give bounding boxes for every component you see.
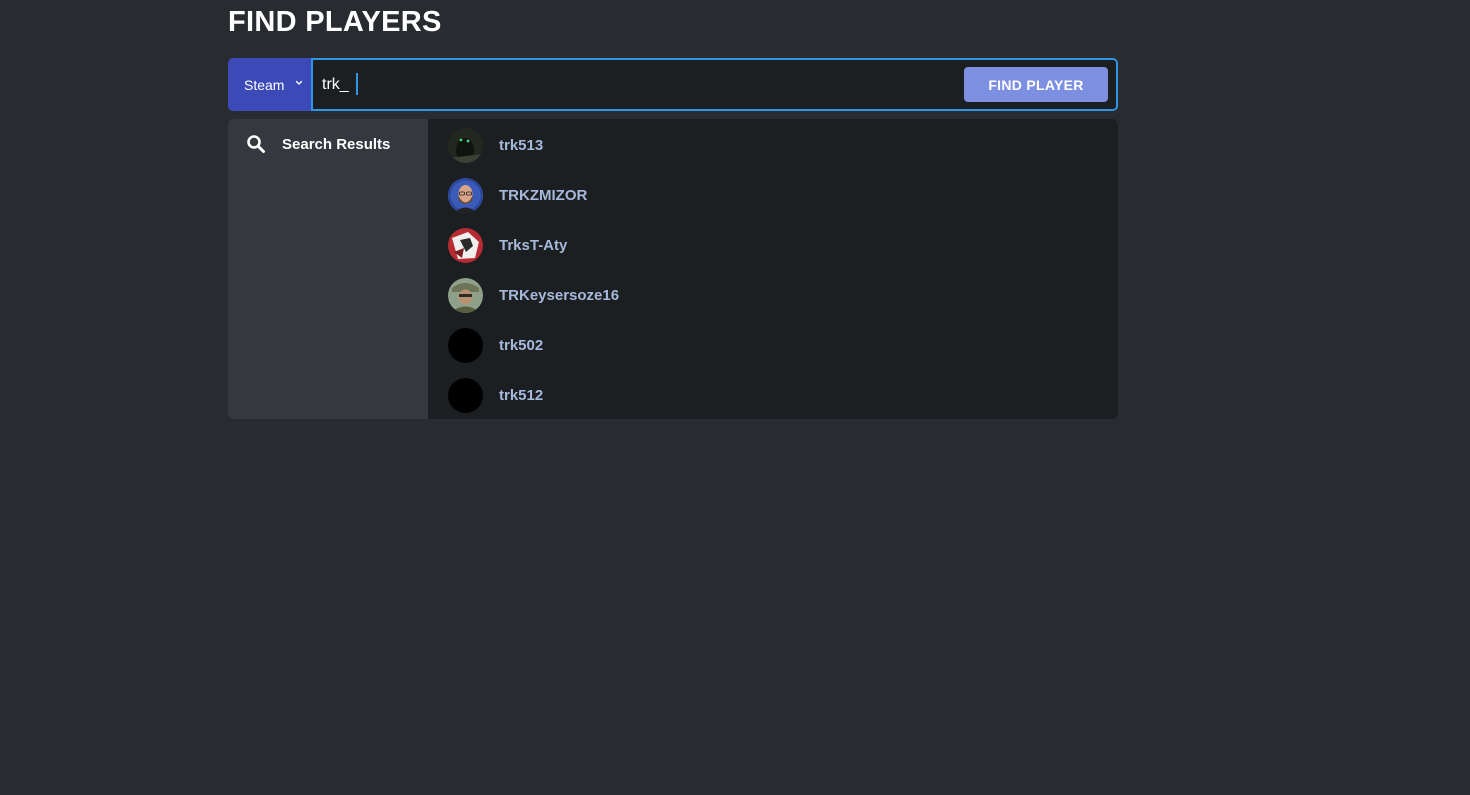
search-input-wrapper: FIND PLAYER bbox=[311, 58, 1118, 111]
player-name: TRKeysersoze16 bbox=[499, 286, 620, 304]
player-name: TrksT-Aty bbox=[499, 236, 568, 254]
soldier-photo-avatar-icon bbox=[448, 277, 483, 313]
avatar bbox=[448, 127, 483, 163]
avatar bbox=[448, 327, 483, 363]
avatar bbox=[448, 377, 483, 413]
black-default-avatar-icon bbox=[448, 327, 483, 363]
player-name: TRKZMIZOR bbox=[499, 186, 588, 204]
dark-green-figure-avatar-icon bbox=[448, 127, 483, 163]
black-default-avatar-icon bbox=[448, 377, 483, 413]
results-sidebar: Search Results bbox=[228, 119, 428, 419]
avatar bbox=[448, 177, 483, 213]
search-bar: Steam FIND PLAYER bbox=[228, 58, 1118, 111]
red-white-emblem-avatar-icon bbox=[448, 227, 483, 263]
list-item[interactable]: trk513 bbox=[448, 127, 543, 163]
avatar bbox=[448, 277, 483, 313]
platform-select[interactable]: Steam bbox=[228, 58, 311, 111]
find-player-button[interactable]: FIND PLAYER bbox=[964, 67, 1108, 102]
list-item[interactable]: TRKeysersoze16 bbox=[448, 277, 619, 313]
results-list: trk513 TRKZMIZOR TrksT-Aty TRKeysersoze1… bbox=[428, 119, 1118, 419]
chevron-down-icon bbox=[295, 80, 303, 85]
list-item[interactable]: trk502 bbox=[448, 327, 543, 363]
platform-select-label: Steam bbox=[244, 76, 285, 93]
player-name: trk513 bbox=[499, 136, 544, 154]
sidebar-item-search-results[interactable]: Search Results bbox=[246, 134, 390, 154]
list-item[interactable]: TrksT-Aty bbox=[448, 227, 567, 263]
sidebar-header-label: Search Results bbox=[282, 135, 391, 153]
list-item[interactable]: TRKZMIZOR bbox=[448, 177, 587, 213]
text-caret bbox=[356, 73, 358, 95]
avatar bbox=[448, 227, 483, 263]
search-icon bbox=[247, 135, 265, 153]
results-panel: Search Results trk513 TRKZMIZOR TrksT-At… bbox=[228, 119, 1118, 419]
player-name: trk512 bbox=[499, 386, 544, 404]
search-input[interactable] bbox=[313, 60, 913, 109]
player-name: trk502 bbox=[499, 336, 544, 354]
list-item[interactable]: trk512 bbox=[448, 377, 543, 413]
page-title: FIND PLAYERS bbox=[228, 6, 442, 38]
bearded-man-avatar-icon bbox=[448, 177, 483, 213]
